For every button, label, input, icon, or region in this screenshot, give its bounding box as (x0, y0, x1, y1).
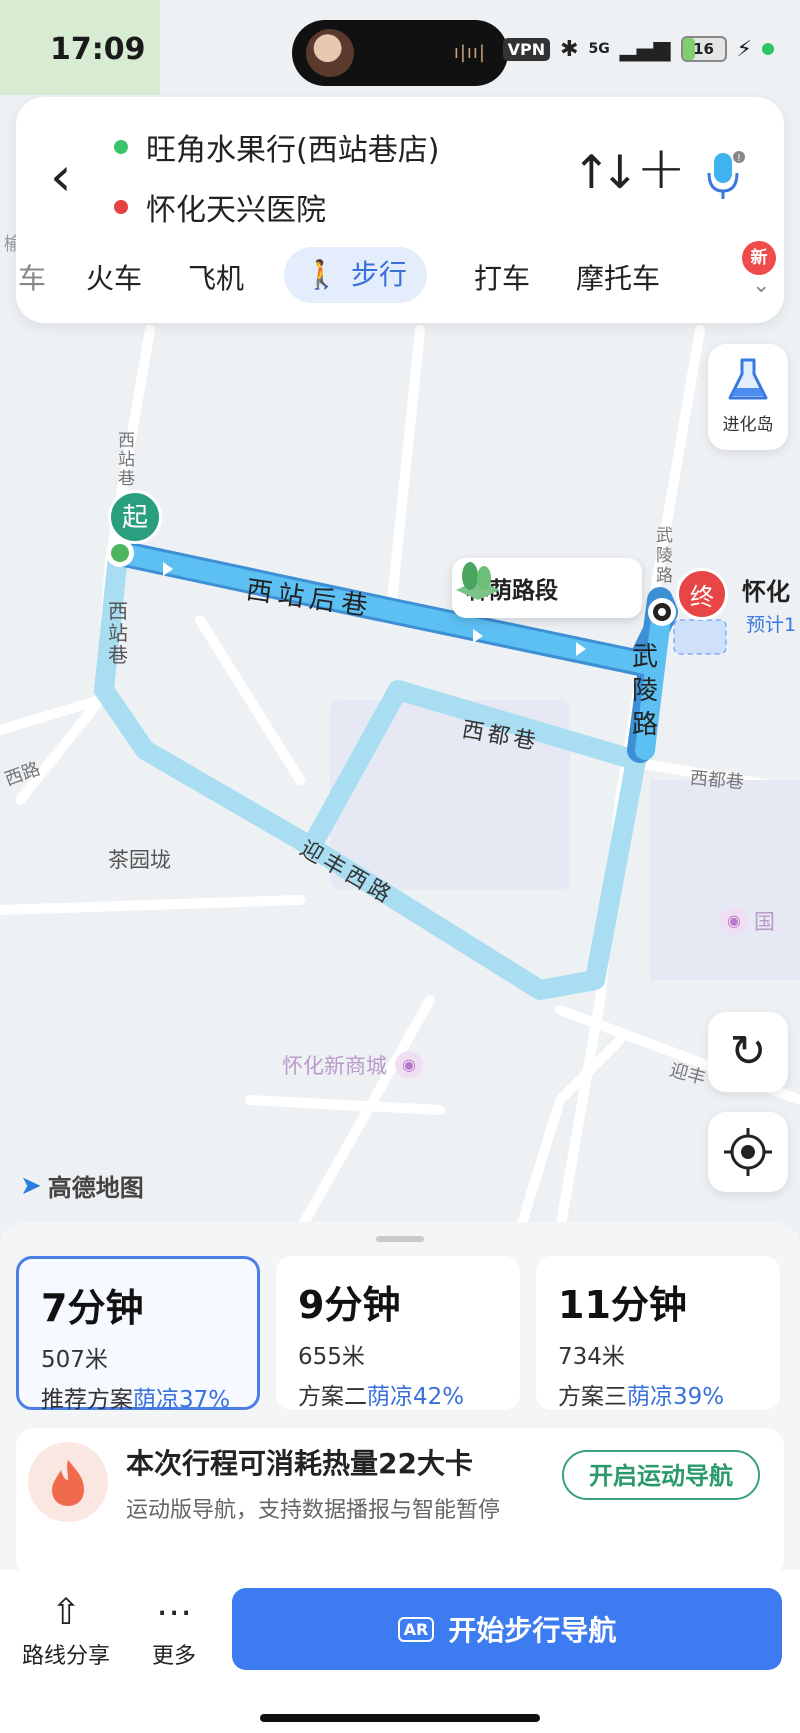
locate-button[interactable] (708, 1112, 788, 1192)
svg-text:!: ! (737, 153, 741, 164)
tab-walk[interactable]: 🚶 步行 (284, 247, 427, 303)
charging-icon: ⚡ (736, 36, 752, 62)
swap-route-button[interactable]: ↑↓ (572, 145, 639, 199)
start-point-field[interactable]: 旺角水果行(西站巷店) (114, 125, 439, 169)
shopping-bag-icon: ◉ (720, 907, 748, 935)
end-poi-eta: 预计1 (746, 614, 797, 636)
bluetooth-icon: ✱ (560, 36, 579, 62)
start-sport-nav-button[interactable]: 开启运动导航 (562, 1450, 760, 1500)
end-point-label: 怀化天兴医院 (146, 193, 326, 228)
poi-shangcheng-label: 怀化新商城 (282, 1054, 387, 1078)
walking-person-icon: 🚶 (304, 258, 339, 291)
shade-segment-callout[interactable]: 林荫路段 (452, 558, 642, 618)
bottom-sheet: 7分钟 507米 推荐方案荫凉37% 9分钟 655米 方案二荫凉42% 11分… (0, 1222, 800, 1733)
crosshair-icon (724, 1128, 772, 1176)
tab-car[interactable]: 车 (18, 257, 46, 297)
jinhua-island-button[interactable]: 进化岛 (708, 344, 788, 450)
jinhua-label: 进化岛 (722, 415, 774, 435)
flask-icon (728, 358, 768, 400)
share-icon: ⇧ (50, 1592, 82, 1633)
back-button[interactable]: ‹ (50, 147, 90, 207)
status-bar: 17:09 ı|ıı| VPN ✱ 5G ▂▄▆ 16 ⚡ (0, 0, 800, 100)
voice-mic-button[interactable]: ! (706, 149, 746, 201)
status-icons: VPN ✱ 5G ▂▄▆ 16 ⚡ (502, 36, 774, 62)
vpn-badge: VPN (502, 37, 551, 61)
transport-mode-tabs: 车 火车 飞机 🚶 步行 打车 摩托车 (16, 247, 784, 307)
route-distance: 655米 (298, 1344, 365, 1370)
home-indicator[interactable] (260, 1714, 540, 1722)
more-dots-icon: ⋯ (156, 1592, 192, 1633)
chevron-down-icon[interactable]: ⌄ (752, 273, 770, 298)
start-dot-icon (114, 140, 128, 154)
ar-icon: AR (397, 1616, 435, 1642)
share-route-label: 路线分享 (22, 1644, 111, 1669)
street-label-xidu-right: 西都巷 (689, 767, 745, 794)
battery-level: 16 (693, 40, 714, 58)
poi-chayuan: 茶园垅 (108, 848, 171, 872)
route-option-1[interactable]: 7分钟 507米 推荐方案荫凉37% (16, 1256, 260, 1413)
route-name: 推荐方案 (41, 1387, 133, 1413)
route-shade: 荫凉42% (367, 1384, 465, 1410)
calorie-card: 本次行程可消耗热量22大卡 运动版导航，支持数据播报与智能暂停 开启运动导航 (16, 1428, 784, 1578)
tab-walk-label: 步行 (350, 258, 407, 291)
calorie-sub: 运动版导航，支持数据播报与智能暂停 (126, 1498, 501, 1523)
route-time: 7分钟 (41, 1286, 144, 1330)
more-label: 更多 (152, 1644, 197, 1669)
bottom-action-bar: ⇧ 路线分享 ⋯ 更多 AR 开始步行导航 (0, 1570, 800, 1733)
status-time: 17:09 (50, 32, 146, 67)
route-name: 方案二 (298, 1384, 367, 1410)
audio-wave-icon: ı|ıı| (453, 42, 486, 63)
tab-taxi[interactable]: 打车 (474, 257, 530, 297)
route-time: 9分钟 (298, 1283, 401, 1327)
fire-icon (28, 1442, 108, 1522)
poi-guoji[interactable]: ◉ 国 (720, 906, 775, 936)
poi-guoji-label: 国 (754, 910, 775, 934)
street-label-xizhan: 西站巷 (108, 599, 128, 667)
calorie-headline: 本次行程可消耗热量22大卡 (126, 1447, 473, 1480)
battery-icon: 16 (680, 36, 727, 62)
amap-logo-text: 高德地图 (47, 1174, 144, 1202)
poi-shangcheng[interactable]: 怀化新商城 ◉ (282, 1050, 423, 1080)
start-point-label: 旺角水果行(西站巷店) (146, 133, 440, 168)
privacy-dot (762, 43, 774, 55)
music-cover-avatar (306, 29, 354, 77)
amap-logo: ➤ 高德地图 (20, 1168, 144, 1203)
more-button[interactable]: ⋯ 更多 (152, 1592, 196, 1670)
shopping-bag-icon: ◉ (395, 1051, 423, 1079)
start-walk-nav-label: 开始步行导航 (448, 1614, 617, 1647)
route-distance: 734米 (558, 1344, 625, 1370)
end-marker[interactable]: 终 (676, 568, 728, 620)
route-shade: 荫凉39% (627, 1384, 725, 1410)
add-waypoint-button[interactable]: + (636, 133, 686, 203)
refresh-icon: ↻ (729, 1026, 767, 1077)
start-marker[interactable]: 起 (108, 490, 162, 544)
network-label: 5G (588, 41, 610, 57)
route-name: 方案三 (558, 1384, 627, 1410)
dynamic-island[interactable]: ı|ıı| (292, 20, 508, 86)
end-point-field[interactable]: 怀化天兴医院 (114, 185, 326, 229)
new-badge: 新 (742, 241, 776, 275)
street-label-xizhan-top: 西站巷 (118, 431, 135, 489)
end-poi-name[interactable]: 怀化 (742, 572, 790, 607)
sheet-grab-handle[interactable] (376, 1236, 424, 1242)
route-header-card: ‹ 旺角水果行(西站巷店) 怀化天兴医院 ↑↓ + ! 车 火车 飞机 🚶 步行… (16, 97, 784, 323)
street-label-wuling: 武陵路 (632, 642, 659, 740)
route-shade: 荫凉37% (133, 1387, 231, 1413)
route-time: 11分钟 (558, 1283, 687, 1327)
street-label-wuling-top: 武陵路 (656, 526, 673, 586)
refresh-button[interactable]: ↻ (708, 1012, 788, 1092)
route-option-2[interactable]: 9分钟 655米 方案二荫凉42% (276, 1256, 520, 1410)
end-dot-icon (114, 200, 128, 214)
share-route-button[interactable]: ⇧ 路线分享 (22, 1592, 110, 1670)
signal-icon: ▂▄▆ (619, 36, 671, 62)
route-distance: 507米 (41, 1347, 108, 1373)
tab-flight[interactable]: 飞机 (188, 257, 244, 297)
start-walk-nav-button[interactable]: AR 开始步行导航 (232, 1588, 782, 1670)
route-option-3[interactable]: 11分钟 734米 方案三荫凉39% (536, 1256, 780, 1410)
tab-motorcycle[interactable]: 摩托车 (576, 257, 660, 297)
tree-icon (456, 562, 500, 600)
tab-train[interactable]: 火车 (86, 257, 142, 297)
amap-logo-icon: ➤ (20, 1170, 42, 1201)
